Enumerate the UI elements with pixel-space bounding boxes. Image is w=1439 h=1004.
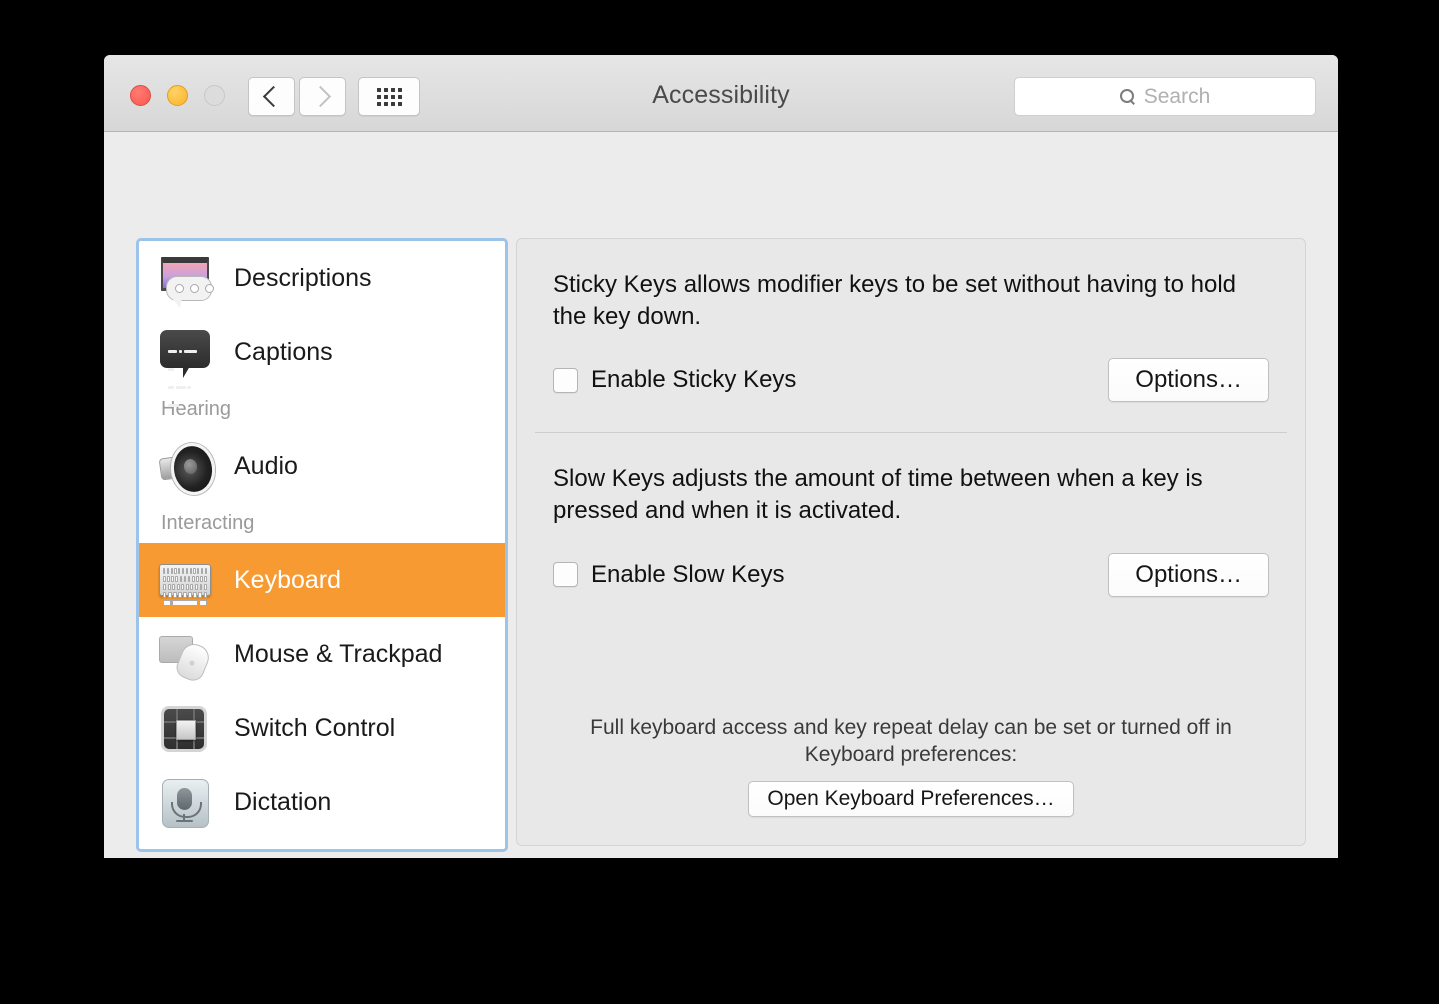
enable-slow-keys-label: Enable Slow Keys xyxy=(591,560,785,588)
switch-control-icon xyxy=(157,700,213,756)
enable-sticky-keys-label: Enable Sticky Keys xyxy=(591,366,797,394)
sidebar-item-label: Dictation xyxy=(234,787,332,816)
enable-slow-keys-checkbox[interactable] xyxy=(553,562,578,588)
sidebar-item-captions[interactable]: Captions xyxy=(139,315,505,407)
sidebar-item-label: Switch Control xyxy=(234,713,396,742)
sidebar-item-dictation[interactable]: Dictation xyxy=(139,765,505,839)
screen: Accessibility Search Descriptions Captio… xyxy=(0,0,1439,1004)
search-input[interactable]: Search xyxy=(1014,77,1316,116)
sticky-keys-options-button[interactable]: Options… xyxy=(1108,358,1269,403)
keyboard-preferences-footnote: Full keyboard access and key repeat dela… xyxy=(517,715,1305,817)
slow-keys-description: Slow Keys adjusts the amount of time bet… xyxy=(553,465,1203,525)
audio-speaker-icon xyxy=(157,438,219,498)
search-placeholder: Search xyxy=(1143,84,1211,108)
slow-keys-section: Slow Keys adjusts the amount of time bet… xyxy=(517,433,1305,597)
footnote-text: Full keyboard access and key repeat dela… xyxy=(590,716,1232,767)
sidebar-item-switch-control[interactable]: Switch Control xyxy=(139,691,505,765)
sidebar-item-label: Audio xyxy=(234,451,298,480)
sidebar-group-interacting: Interacting xyxy=(161,511,255,534)
keyboard-icon xyxy=(157,552,213,608)
captions-icon xyxy=(157,324,213,407)
sidebar-item-label: Captions xyxy=(234,337,333,366)
sidebar-item-label: Keyboard xyxy=(234,565,342,594)
slow-keys-options-button[interactable]: Options… xyxy=(1108,552,1269,597)
sticky-keys-description: Sticky Keys allows modifier keys to be s… xyxy=(553,271,1236,330)
sidebar-item-label: Descriptions xyxy=(234,263,372,292)
sidebar-item-mouse-trackpad[interactable]: Mouse & Trackpad xyxy=(139,617,505,691)
accessibility-feature-list[interactable]: Descriptions Captions Hearing Audio Inte… xyxy=(136,238,508,852)
enable-sticky-keys-checkbox[interactable] xyxy=(553,367,578,393)
window-content: Descriptions Captions Hearing Audio Inte… xyxy=(104,132,1338,858)
descriptions-icon xyxy=(157,250,214,308)
sticky-keys-section: Sticky Keys allows modifier keys to be s… xyxy=(517,239,1305,403)
window-titlebar: Accessibility Search xyxy=(104,55,1338,132)
open-keyboard-preferences-button[interactable]: Open Keyboard Preferences… xyxy=(748,781,1074,817)
sidebar-item-label: Mouse & Trackpad xyxy=(234,639,443,668)
keyboard-settings-panel: Sticky Keys allows modifier keys to be s… xyxy=(516,238,1306,846)
sidebar-item-keyboard[interactable]: Keyboard xyxy=(139,543,505,617)
mouse-trackpad-icon xyxy=(157,626,213,684)
sidebar-item-audio[interactable]: Audio xyxy=(139,429,505,503)
sidebar-item-descriptions[interactable]: Descriptions xyxy=(139,241,505,315)
enable-sticky-keys-row[interactable]: Enable Sticky Keys xyxy=(553,366,796,394)
enable-slow-keys-row[interactable]: Enable Slow Keys xyxy=(553,561,784,589)
microphone-icon xyxy=(157,774,213,830)
search-icon xyxy=(1119,89,1135,104)
preferences-window: Accessibility Search Descriptions Captio… xyxy=(104,55,1338,858)
